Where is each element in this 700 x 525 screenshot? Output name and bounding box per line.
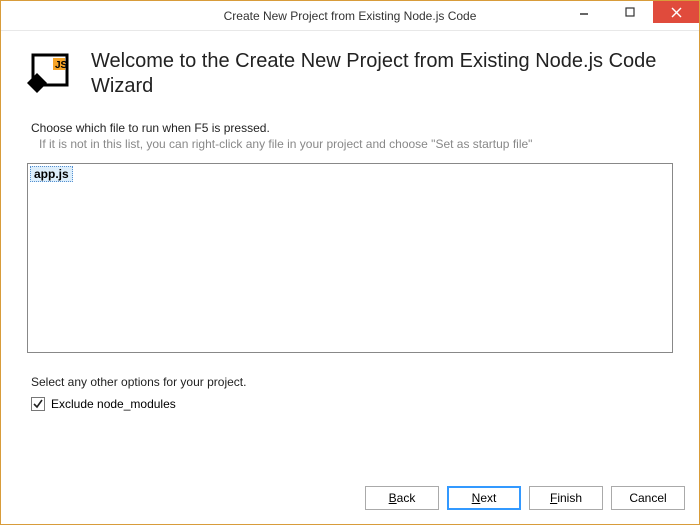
close-button[interactable] [653,1,699,23]
back-button[interactable]: Back [365,486,439,510]
wizard-window: Create New Project from Existing Node.js… [0,0,700,525]
header-row: JS Welcome to the Create New Project fro… [25,49,675,99]
button-bar: Back Next Finish Cancel [1,476,699,524]
check-icon [32,398,44,410]
window-controls [561,1,699,25]
js-file-icon: JS [25,53,73,95]
wizard-heading: Welcome to the Create New Project from E… [91,49,675,99]
content-area: JS Welcome to the Create New Project fro… [1,31,699,476]
maximize-icon [625,7,635,17]
list-item[interactable]: app.js [30,166,73,182]
exclude-node-modules-label: Exclude node_modules [51,397,176,411]
finish-button[interactable]: Finish [529,486,603,510]
cancel-label: Cancel [629,491,666,505]
instructions: Choose which file to run when F5 is pres… [31,121,675,151]
exclude-node-modules-row: Exclude node_modules [31,397,675,411]
exclude-node-modules-checkbox[interactable] [31,397,45,411]
instruction-main: Choose which file to run when F5 is pres… [31,121,675,135]
options-label: Select any other options for your projec… [31,375,675,389]
maximize-button[interactable] [607,1,653,23]
minimize-icon [579,7,589,17]
next-button[interactable]: Next [447,486,521,510]
back-label: ack [397,491,416,505]
startup-file-listbox[interactable]: app.js [27,163,673,353]
next-label: ext [480,491,496,505]
cancel-button[interactable]: Cancel [611,486,685,510]
close-icon [671,7,682,18]
titlebar: Create New Project from Existing Node.js… [1,1,699,31]
finish-label: inish [557,491,582,505]
instruction-sub: If it is not in this list, you can right… [39,137,675,151]
svg-text:JS: JS [55,60,68,71]
minimize-button[interactable] [561,1,607,23]
